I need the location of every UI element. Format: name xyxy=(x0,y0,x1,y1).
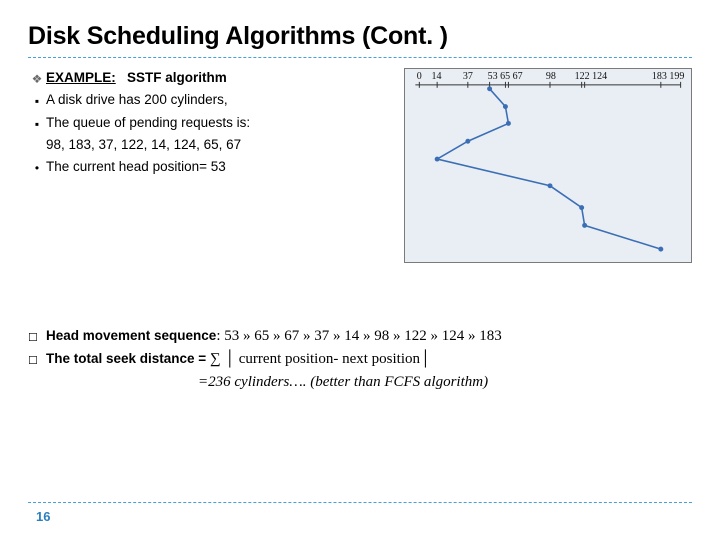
footer-separator xyxy=(28,502,692,503)
distance-label: The total seek distance = xyxy=(46,351,210,366)
list-item: ☐ Head movement sequence: 53 » 65 » 67 »… xyxy=(28,328,692,345)
diamond-bullet-icon: ❖ xyxy=(28,68,46,88)
footer: 16 xyxy=(28,502,692,524)
square-bullet-icon: ▪ xyxy=(28,113,46,133)
slide-title: Disk Scheduling Algorithms (Cont. ) xyxy=(28,22,692,51)
distance-formula: ∑ │ current position- next position│ xyxy=(210,351,431,367)
list-item: • The current head position= 53 xyxy=(28,157,390,177)
dot-bullet-icon: • xyxy=(28,157,46,177)
queue-intro: The queue of pending requests is: xyxy=(46,113,390,133)
bullet-list: ❖ EXAMPLE: SSTF algorithm ▪ A disk drive… xyxy=(28,68,390,263)
distance-result: =236 cylinders…. (better than FCFS algor… xyxy=(198,374,692,391)
sequence-label: Head movement sequence xyxy=(46,328,216,343)
square-bullet-icon: ▪ xyxy=(28,90,46,110)
chart-path xyxy=(405,69,691,262)
sequence-line: Head movement sequence: 53 » 65 » 67 » 3… xyxy=(46,328,692,345)
list-item: ☐ The total seek distance = ∑ │ current … xyxy=(28,351,692,368)
distance-line: The total seek distance = ∑ │ current po… xyxy=(46,351,692,368)
content-row: ❖ EXAMPLE: SSTF algorithm ▪ A disk drive… xyxy=(28,68,692,263)
hollow-square-bullet-icon: ☐ xyxy=(28,351,46,367)
example-label: EXAMPLE: xyxy=(46,70,116,85)
list-item: ▪ A disk drive has 200 cylinders, xyxy=(28,90,390,110)
page-number: 16 xyxy=(36,509,692,524)
sstf-chart: 0 14 37 53 65 67 98 122 124 183 199 xyxy=(404,68,692,263)
queue-values: 98, 183, 37, 122, 14, 124, 65, 67 xyxy=(46,135,390,155)
list-item: 98, 183, 37, 122, 14, 124, 65, 67 xyxy=(28,135,390,155)
list-item: ▪ The queue of pending requests is: xyxy=(28,113,390,133)
drive-spec: A disk drive has 200 cylinders, xyxy=(46,90,390,110)
head-position: The current head position= 53 xyxy=(46,157,390,177)
example-heading: EXAMPLE: SSTF algorithm xyxy=(46,68,390,88)
list-item: ❖ EXAMPLE: SSTF algorithm xyxy=(28,68,390,88)
algorithm-name: SSTF algorithm xyxy=(127,70,227,85)
results-block: ☐ Head movement sequence: 53 » 65 » 67 »… xyxy=(28,328,692,391)
title-separator xyxy=(28,57,692,58)
sequence-value: : 53 » 65 » 67 » 37 » 14 » 98 » 122 » 12… xyxy=(216,328,501,344)
hollow-square-bullet-icon: ☐ xyxy=(28,328,46,344)
